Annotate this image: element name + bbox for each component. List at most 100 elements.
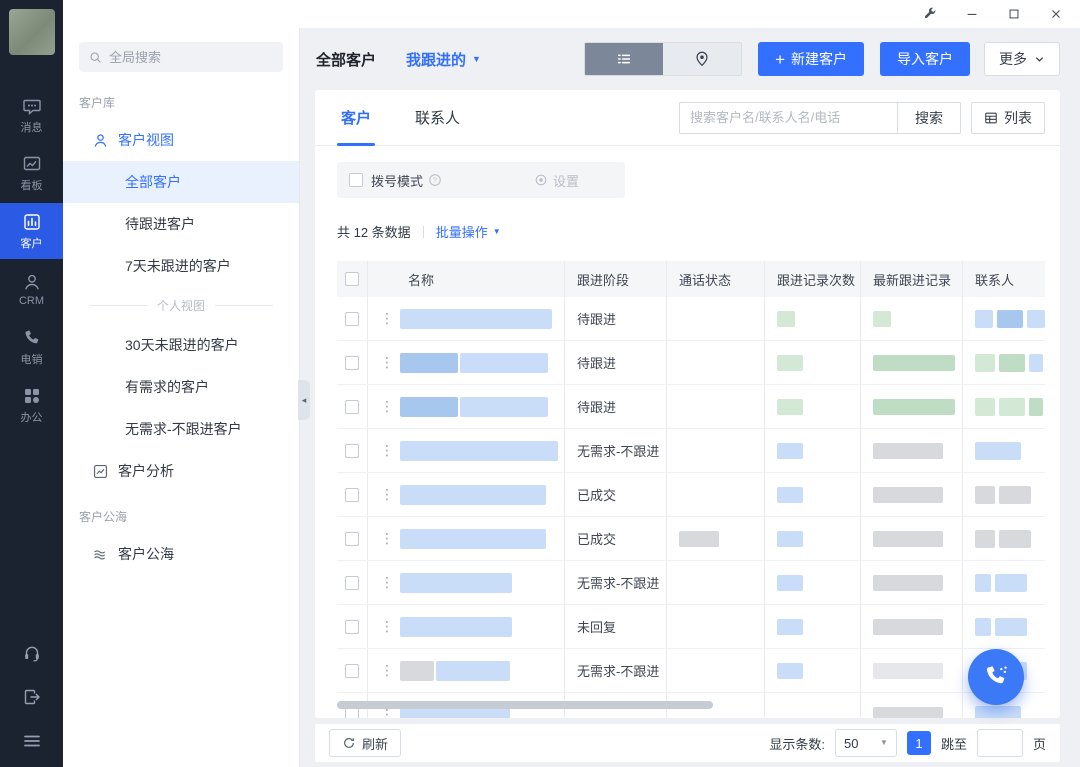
column-header: 联系人	[963, 261, 1045, 297]
maximize-button[interactable]	[1006, 6, 1022, 22]
table-row[interactable]: ⋮待跟进	[337, 341, 1045, 385]
tab-customer[interactable]: 客户	[341, 90, 371, 146]
sidebar-item[interactable]: 有需求的客户	[63, 366, 299, 408]
column-header: 跟进记录次数	[765, 261, 861, 297]
row-menu-icon[interactable]: ⋮	[380, 486, 390, 503]
rail-item-crm[interactable]: CRM	[0, 261, 63, 317]
row-menu-icon[interactable]: ⋮	[380, 618, 390, 635]
sidebar-item[interactable]: 30天未跟进的客户	[63, 324, 299, 366]
search-button[interactable]: 搜索	[897, 102, 961, 134]
stage-text: 待跟进	[577, 397, 616, 416]
table-row[interactable]: ⋮无需求-不跟进	[337, 649, 1045, 693]
rail-item-label: 客户	[21, 235, 43, 251]
rail-item-telesales[interactable]: 电销	[0, 319, 63, 375]
redacted-block	[400, 353, 458, 373]
table-row[interactable]: ⋮ 无需求-不跟进	[337, 561, 1045, 605]
create-customer-label: 新建客户	[791, 49, 847, 69]
name-cell: ⋮	[368, 341, 565, 384]
sidebar-item[interactable]: 无需求-不跟进客户	[63, 408, 299, 450]
rail-menu-button[interactable]	[22, 731, 42, 751]
row-checkbox[interactable]	[345, 312, 359, 326]
table-row[interactable]: ⋮已成交	[337, 473, 1045, 517]
sidebar-collapse-handle[interactable]: ◂	[298, 380, 310, 420]
tab-contact[interactable]: 联系人	[415, 90, 460, 146]
row-checkbox[interactable]	[345, 400, 359, 414]
jump-page-input[interactable]	[977, 729, 1023, 757]
tools-icon[interactable]	[922, 6, 938, 22]
redacted-block	[975, 574, 991, 592]
map-view-toggle[interactable]	[663, 43, 741, 75]
dial-settings-button[interactable]: 设置	[534, 171, 579, 190]
dial-mode-checkbox[interactable]	[349, 173, 363, 187]
avatar[interactable]	[9, 9, 55, 55]
table-row[interactable]: ⋮未回复	[337, 605, 1045, 649]
row-menu-icon[interactable]: ⋮	[380, 530, 390, 547]
rail-item-office[interactable]: 办公	[0, 377, 63, 433]
rail-item-customers[interactable]: 客户	[0, 203, 63, 259]
redacted-block	[777, 355, 803, 371]
import-customer-button[interactable]: 导入客户	[880, 42, 970, 76]
create-customer-button[interactable]: + 新建客户	[758, 42, 864, 76]
table-row[interactable]: ⋮已成交	[337, 517, 1045, 561]
row-menu-icon[interactable]: ⋮	[380, 574, 390, 591]
row-menu-icon[interactable]: ⋮	[380, 398, 390, 415]
rail-item-messages[interactable]: 消息	[0, 87, 63, 143]
message-icon	[22, 96, 42, 116]
sidebar-item[interactable]: 全部客户	[63, 161, 299, 203]
row-checkbox[interactable]	[345, 532, 359, 546]
row-checkbox[interactable]	[345, 664, 359, 678]
global-search-input[interactable]	[109, 50, 273, 65]
row-checkbox[interactable]	[345, 708, 359, 719]
row-select-cell	[337, 649, 368, 692]
rail-logout-button[interactable]	[22, 687, 42, 707]
row-menu-icon[interactable]: ⋮	[380, 442, 390, 459]
close-button[interactable]	[1048, 6, 1064, 22]
page-number[interactable]: 1	[907, 731, 931, 755]
help-icon[interactable]: ?	[428, 173, 442, 187]
select-all-checkbox[interactable]	[345, 272, 359, 286]
row-checkbox[interactable]	[345, 444, 359, 458]
scrollbar-thumb[interactable]	[337, 701, 713, 709]
svg-text:?: ?	[433, 178, 437, 185]
row-menu-icon[interactable]: ⋮	[380, 662, 390, 679]
name-cell: ⋮	[368, 297, 565, 340]
batch-actions-label: 批量操作	[436, 222, 488, 241]
follow-count-cell	[765, 429, 861, 472]
table-row[interactable]: ⋮待跟进	[337, 297, 1045, 341]
sidebar-item-customer-view[interactable]: 客户视图	[63, 119, 299, 161]
sidebar-item[interactable]: 待跟进客户	[63, 203, 299, 245]
row-checkbox[interactable]	[345, 576, 359, 590]
rail-service-button[interactable]	[22, 643, 42, 663]
table-row[interactable]: ⋮ 待跟进	[337, 385, 1045, 429]
customer-search-input[interactable]	[679, 102, 897, 134]
row-menu-icon[interactable]: ⋮	[380, 310, 390, 327]
batch-actions-button[interactable]: 批量操作 ▼	[436, 222, 501, 241]
sidebar-item-customer-analysis[interactable]: 客户分析	[63, 450, 299, 492]
horizontal-scrollbar	[337, 701, 1045, 709]
stage-text: 无需求-不跟进	[577, 573, 659, 592]
scope-filter-label: 我跟进的	[406, 49, 466, 70]
redacted-block	[400, 529, 546, 549]
list-settings-button[interactable]: 列表	[971, 102, 1045, 134]
latest-record-cell	[861, 341, 963, 384]
rail-item-label: 电销	[21, 351, 43, 367]
minimize-button[interactable]	[964, 6, 980, 22]
plus-icon: +	[775, 51, 785, 68]
row-menu-icon[interactable]: ⋮	[380, 354, 390, 371]
sidebar-item-customer-sea[interactable]: 客户公海	[63, 533, 299, 575]
redacted-block	[679, 531, 719, 547]
rail-item-board[interactable]: 看板	[0, 145, 63, 201]
row-checkbox[interactable]	[345, 620, 359, 634]
row-checkbox[interactable]	[345, 488, 359, 502]
refresh-button[interactable]: 刷新	[329, 729, 401, 757]
row-checkbox[interactable]	[345, 356, 359, 370]
table-row[interactable]: ⋮无需求-不跟进	[337, 429, 1045, 473]
list-view-toggle[interactable]	[585, 43, 663, 75]
scope-filter[interactable]: 我跟进的 ▼	[406, 49, 481, 70]
call-status-cell	[667, 429, 765, 472]
call-fab[interactable]	[968, 649, 1024, 705]
per-page-select[interactable]: 50 ▼	[835, 729, 897, 757]
call-status-cell	[667, 517, 765, 560]
sidebar-item[interactable]: 7天未跟进的客户	[63, 245, 299, 287]
more-button[interactable]: 更多	[984, 42, 1060, 76]
